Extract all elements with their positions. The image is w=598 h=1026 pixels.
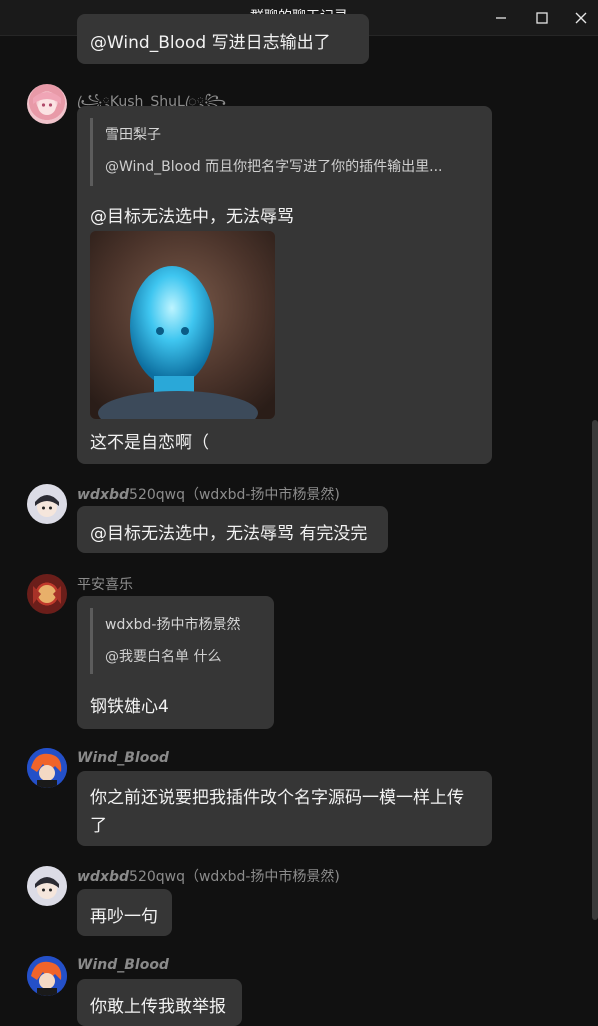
message-bubble[interactable]: 你敢上传我敢举报 — [77, 979, 242, 1026]
quote-sender: wdxbd-扬中市杨景然 — [105, 617, 241, 633]
message-text-line: 了 — [90, 816, 107, 836]
pink-hair-avatar-icon — [33, 92, 61, 115]
message-bubble[interactable]: 再吵一句 — [77, 889, 172, 936]
message-bubble[interactable]: 雪田梨子 @Wind_Blood 而且你把名字写进了你的插件输出里... @目标… — [77, 106, 492, 464]
sender-name: Wind_Blood — [77, 957, 169, 973]
quoted-message[interactable]: 雪田梨子 @Wind_Blood 而且你把名字写进了你的插件输出里... — [90, 118, 443, 186]
message-text: 这不是自恋啊（ — [90, 433, 209, 453]
scrollbar[interactable] — [592, 420, 598, 920]
sender-name: wdxbd520qwq（wdxbd-扬中市杨景然) — [77, 866, 340, 886]
message-image[interactable] — [90, 231, 275, 419]
message-text: 钢铁雄心4 — [90, 697, 169, 717]
sender-name-rest: 520qwq（wdxbd-扬中市杨景然) — [129, 869, 340, 885]
avatar[interactable] — [27, 484, 67, 524]
message-text: @目标无法选中，无法辱骂 有完没完 — [90, 524, 368, 544]
sender-name: 平安喜乐 — [77, 577, 133, 593]
orange-hair-avatar-icon — [27, 956, 67, 996]
avatar[interactable] — [27, 748, 67, 788]
avatar[interactable] — [27, 84, 67, 124]
orange-hair-avatar-icon — [27, 748, 67, 788]
quote-text: @我要白名单 什么 — [105, 649, 222, 665]
avatar[interactable] — [27, 956, 67, 996]
close-button[interactable] — [561, 0, 598, 35]
message-bubble[interactable]: 你之前还说要把我插件改个名字源码一模一样上传 了 — [77, 771, 492, 846]
blue-head-image-icon — [90, 231, 275, 419]
sender-name: wdxbd520qwq（wdxbd-扬中市杨景然) — [77, 484, 340, 504]
message-text: 再吵一句 — [90, 907, 158, 927]
maximize-button[interactable] — [522, 0, 562, 35]
minimize-button[interactable] — [481, 0, 521, 35]
sender-name-bold: wdxbd — [77, 869, 130, 885]
message-bubble[interactable]: @目标无法选中，无法辱骂 有完没完 — [77, 506, 388, 553]
message-text: 你敢上传我敢举报 — [90, 997, 226, 1017]
minimize-icon — [496, 16, 506, 19]
quoted-message[interactable]: wdxbd-扬中市杨景然 @我要白名单 什么 — [90, 608, 240, 674]
boy-avatar-icon — [35, 495, 59, 517]
sender-name-bold: Wind_Blood — [77, 750, 169, 766]
red-character-avatar-icon — [33, 585, 61, 604]
sender-name-bold: Wind_Blood — [77, 957, 169, 973]
sender-name-bold: wdxbd — [77, 487, 130, 503]
quote-text: @Wind_Blood 而且你把名字写进了你的插件输出里... — [105, 159, 443, 175]
message-text: @Wind_Blood 写进日志输出了 — [90, 33, 331, 53]
message-bubble[interactable]: @Wind_Blood 写进日志输出了 — [77, 14, 369, 64]
maximize-icon — [536, 11, 548, 24]
avatar[interactable] — [27, 574, 67, 614]
message-text-line: 你之前还说要把我插件改个名字源码一模一样上传 — [90, 788, 464, 808]
message-bubble[interactable]: wdxbd-扬中市杨景然 @我要白名单 什么 钢铁雄心4 — [77, 596, 274, 729]
avatar[interactable] — [27, 866, 67, 906]
sender-name-rest: 520qwq（wdxbd-扬中市杨景然) — [129, 487, 340, 503]
sender-name: Wind_Blood — [77, 750, 169, 766]
close-icon — [575, 12, 587, 23]
message-text: @目标无法选中，无法辱骂 — [90, 207, 294, 227]
boy-avatar-icon — [35, 877, 59, 899]
quote-sender: 雪田梨子 — [105, 127, 161, 143]
